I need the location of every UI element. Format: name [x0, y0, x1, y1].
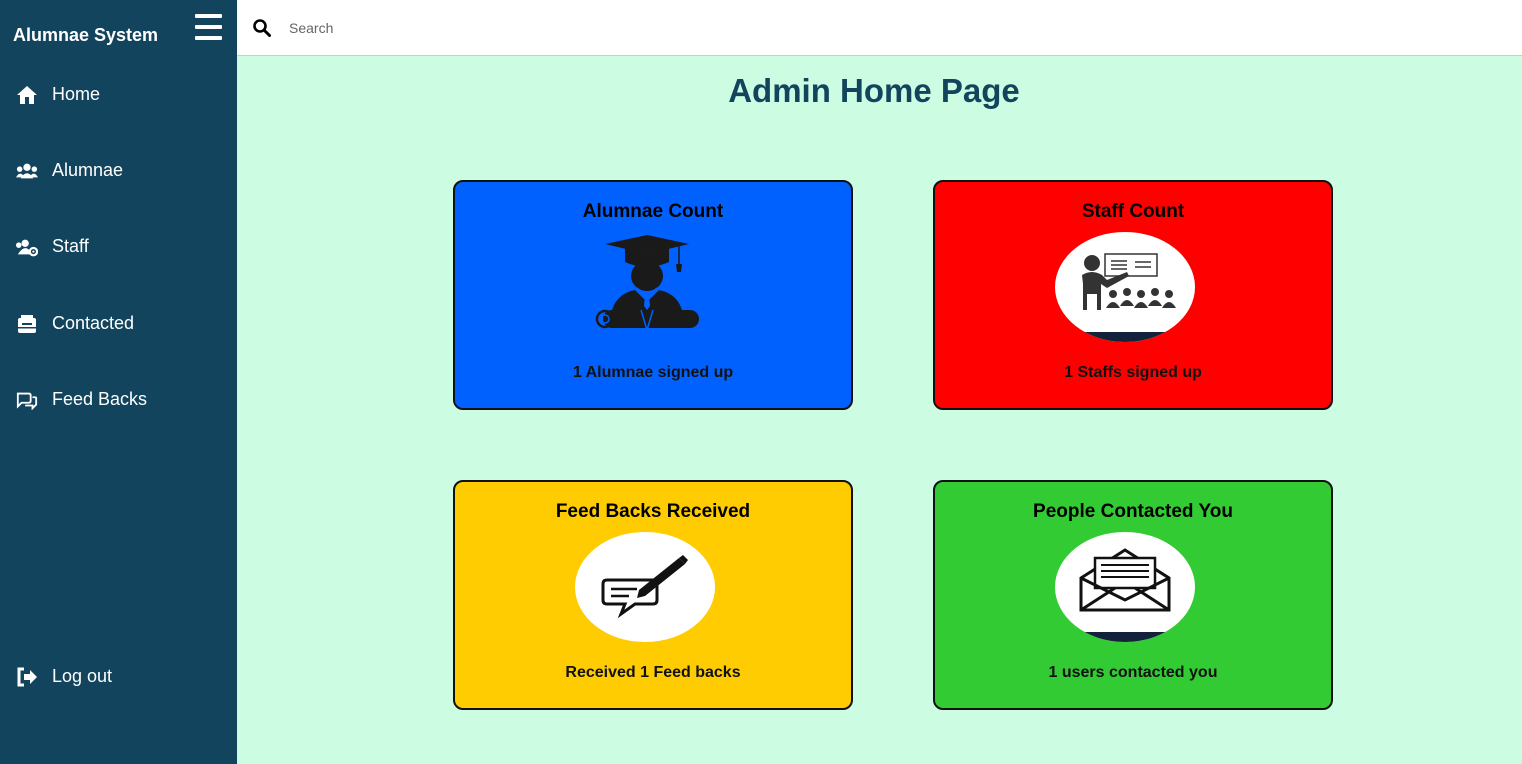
- card-title: People Contacted You: [1033, 501, 1233, 522]
- card-title: Feed Backs Received: [555, 501, 751, 522]
- mailbox-icon: [18, 314, 36, 333]
- sidebar: Alumnae System Home Alumnae Staff Contac…: [0, 0, 237, 764]
- comments-icon: [16, 392, 38, 410]
- card-title: Staff Count: [1081, 201, 1185, 222]
- feedbacks-card[interactable]: Feed Backs Received Received 1 Feed back…: [453, 480, 853, 710]
- hamburger-menu-icon[interactable]: [195, 14, 222, 40]
- card-text: 1 Alumnae signed up: [572, 364, 734, 381]
- card-text: Received 1 Feed backs: [565, 664, 741, 681]
- page-title: Admin Home Page: [728, 72, 1020, 109]
- card-text: 1 users contacted you: [1048, 664, 1218, 681]
- top-bar: [237, 0, 1522, 56]
- contacts-card[interactable]: People Contacted You 1 users contacted y…: [933, 480, 1333, 710]
- card-text: 1 Staffs signed up: [1064, 364, 1202, 381]
- contact-icon-oval: [1055, 532, 1195, 642]
- teacher-icon: [1055, 253, 1195, 342]
- graduate-icon: [595, 235, 699, 333]
- sidebar-item-home[interactable]: Home: [16, 84, 100, 105]
- sidebar-item-label: Staff: [52, 236, 89, 256]
- logout-button[interactable]: Log out: [16, 666, 112, 687]
- sidebar-item-label: Contacted: [52, 313, 135, 333]
- sidebar-item-label: Home: [52, 84, 101, 104]
- home-icon: [17, 85, 37, 104]
- users-cog-icon: [16, 239, 38, 256]
- card-title: Alumnae Count: [582, 201, 724, 222]
- logout-label: Log out: [52, 666, 113, 686]
- feedback-pen-icon: [601, 555, 688, 619]
- envelope-open-icon: [1055, 548, 1195, 642]
- staff-count-card[interactable]: Staff Count 1 Staffs signed up: [933, 180, 1333, 410]
- app-title: Alumnae System: [13, 25, 159, 45]
- sign-out-icon: [17, 667, 37, 686]
- search-icon[interactable]: [253, 19, 271, 37]
- sidebar-item-alumnae[interactable]: Alumnae: [16, 160, 123, 181]
- users-icon: [16, 163, 38, 178]
- sidebar-item-contacted[interactable]: Contacted: [16, 313, 134, 334]
- staff-icon-oval: [1055, 232, 1195, 342]
- feedback-icon-oval: [575, 532, 715, 642]
- search-input[interactable]: [289, 14, 889, 42]
- sidebar-item-staff[interactable]: Staff: [16, 236, 89, 257]
- sidebar-item-label: Alumnae: [52, 160, 124, 180]
- alumnae-count-card[interactable]: Alumnae Count 1 Alumnae signed up: [453, 180, 853, 410]
- sidebar-item-feedbacks[interactable]: Feed Backs: [16, 389, 147, 410]
- sidebar-item-label: Feed Backs: [52, 389, 148, 409]
